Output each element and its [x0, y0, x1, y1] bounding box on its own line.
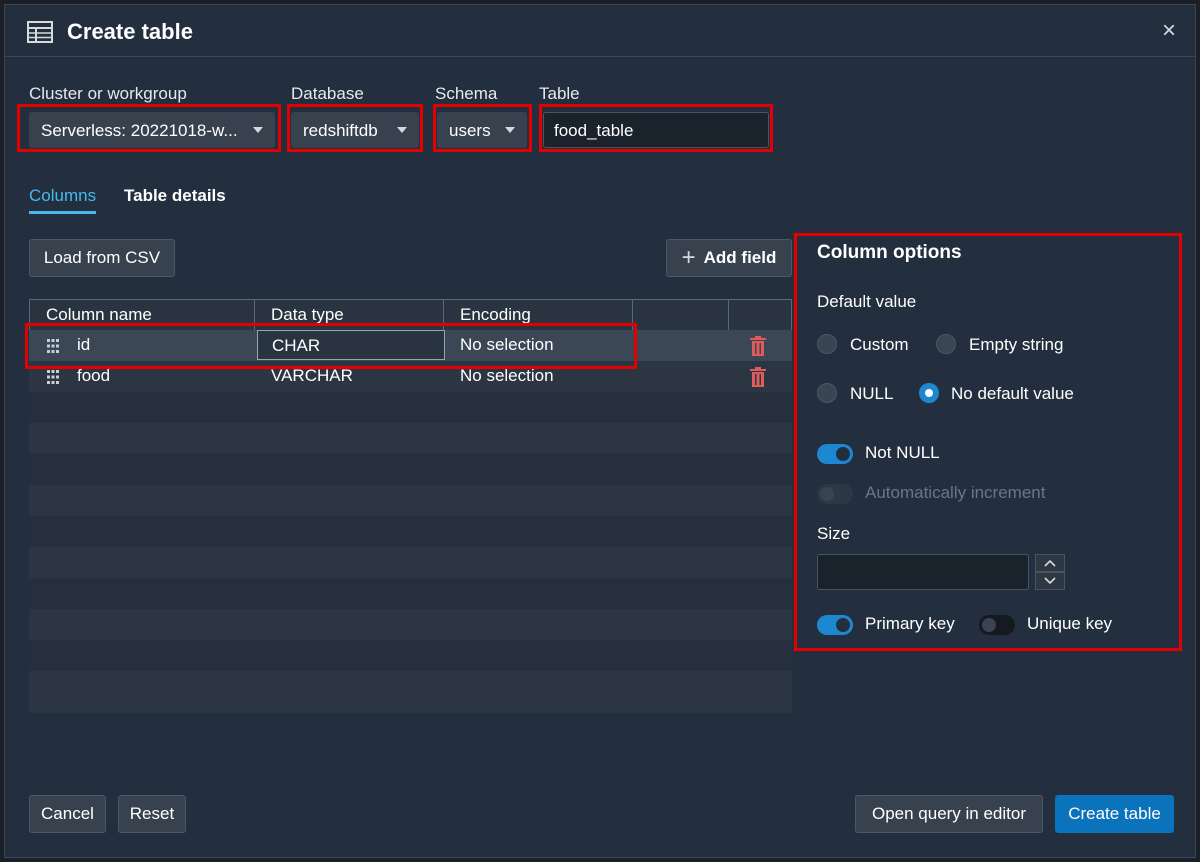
column-header-type[interactable]: Data type	[255, 299, 444, 330]
empty-row	[29, 640, 792, 671]
column-options-title: Column options	[817, 242, 962, 263]
cell-data-type[interactable]: VARCHAR	[271, 361, 353, 392]
cell-data-type[interactable]: CHAR	[257, 330, 445, 360]
column-header-encoding[interactable]: Encoding	[444, 299, 633, 330]
default-value-label: Default value	[817, 292, 917, 311]
tab-columns[interactable]: Columns	[29, 186, 97, 214]
radio-empty-string-label: Empty string	[969, 335, 1064, 354]
cluster-select[interactable]: Serverless: 20221018-w...	[29, 112, 275, 148]
drag-handle-icon[interactable]	[47, 339, 59, 353]
radio-no-default[interactable]	[919, 383, 939, 403]
empty-row	[29, 423, 792, 454]
auto-increment-label: Automatically increment	[865, 483, 1046, 502]
cluster-label: Cluster or workgroup	[29, 84, 187, 103]
cluster-select-value: Serverless: 20221018-w...	[41, 121, 238, 140]
create-table-dialog: Create table × Cluster or workgroup Serv…	[4, 4, 1196, 858]
reset-button[interactable]: Reset	[118, 795, 186, 833]
not-null-toggle[interactable]	[817, 444, 853, 464]
create-table-button[interactable]: Create table	[1055, 795, 1174, 833]
empty-row	[29, 454, 792, 485]
empty-row	[29, 485, 792, 516]
trash-icon[interactable]	[749, 367, 767, 387]
columns-grid: Column name Data type Encoding id CHAR N…	[29, 299, 792, 713]
close-icon[interactable]: ×	[1157, 17, 1181, 45]
plus-icon: +	[681, 244, 696, 271]
size-input[interactable]	[817, 554, 1029, 590]
radio-custom[interactable]	[817, 334, 837, 354]
auto-increment-toggle[interactable]	[817, 484, 853, 504]
table-label: Table	[539, 84, 580, 103]
caret-down-icon	[505, 127, 515, 133]
size-label: Size	[817, 524, 851, 543]
empty-row	[29, 392, 792, 423]
primary-key-label: Primary key	[865, 614, 955, 633]
chevron-up-icon[interactable]	[1035, 554, 1065, 572]
radio-no-default-label: No default value	[951, 384, 1074, 403]
open-query-in-editor-button[interactable]: Open query in editor	[855, 795, 1043, 833]
column-options-panel: Column options Default value Custom Empt…	[795, 234, 1179, 651]
cell-column-name[interactable]: food	[77, 361, 110, 392]
radio-null-label: NULL	[850, 384, 894, 403]
schema-select[interactable]: users	[437, 112, 527, 148]
unique-key-label: Unique key	[1027, 614, 1113, 633]
drag-handle-icon[interactable]	[47, 370, 59, 384]
radio-null[interactable]	[817, 383, 837, 403]
empty-row	[29, 578, 792, 609]
column-header-name[interactable]: Column name	[29, 299, 255, 330]
add-field-button[interactable]: + Add field	[666, 239, 792, 277]
table-icon	[27, 21, 53, 43]
cell-column-name[interactable]: id	[77, 330, 90, 361]
empty-row	[29, 516, 792, 547]
dialog-header: Create table ×	[5, 5, 1195, 57]
radio-empty-string[interactable]	[936, 334, 956, 354]
table-row[interactable]: food VARCHAR No selection	[29, 361, 792, 392]
trash-icon[interactable]	[749, 336, 767, 356]
database-label: Database	[291, 84, 364, 103]
tab-table-details[interactable]: Table details	[124, 186, 226, 206]
add-field-label: Add field	[703, 248, 777, 267]
chevron-down-icon[interactable]	[1035, 572, 1065, 590]
cell-encoding[interactable]: No selection	[460, 330, 554, 361]
load-from-csv-button[interactable]: Load from CSV	[29, 239, 175, 277]
empty-row	[29, 547, 792, 578]
table-name-input[interactable]: food_table	[543, 112, 769, 148]
dialog-title: Create table	[67, 19, 193, 44]
caret-down-icon	[397, 127, 407, 133]
database-select-value: redshiftdb	[303, 121, 378, 140]
database-select[interactable]: redshiftdb	[291, 112, 419, 148]
cancel-button[interactable]: Cancel	[29, 795, 106, 833]
table-row[interactable]: id CHAR No selection	[29, 330, 792, 361]
caret-down-icon	[253, 127, 263, 133]
empty-row	[29, 609, 792, 640]
cell-encoding[interactable]: No selection	[460, 361, 554, 392]
unique-key-toggle[interactable]	[979, 615, 1015, 635]
column-header-blank	[633, 299, 729, 330]
primary-key-toggle[interactable]	[817, 615, 853, 635]
column-header-actions	[729, 299, 792, 330]
radio-custom-label: Custom	[850, 335, 909, 354]
empty-row	[29, 671, 792, 702]
schema-select-value: users	[449, 121, 491, 140]
schema-label: Schema	[435, 84, 498, 103]
not-null-label: Not NULL	[865, 443, 940, 462]
